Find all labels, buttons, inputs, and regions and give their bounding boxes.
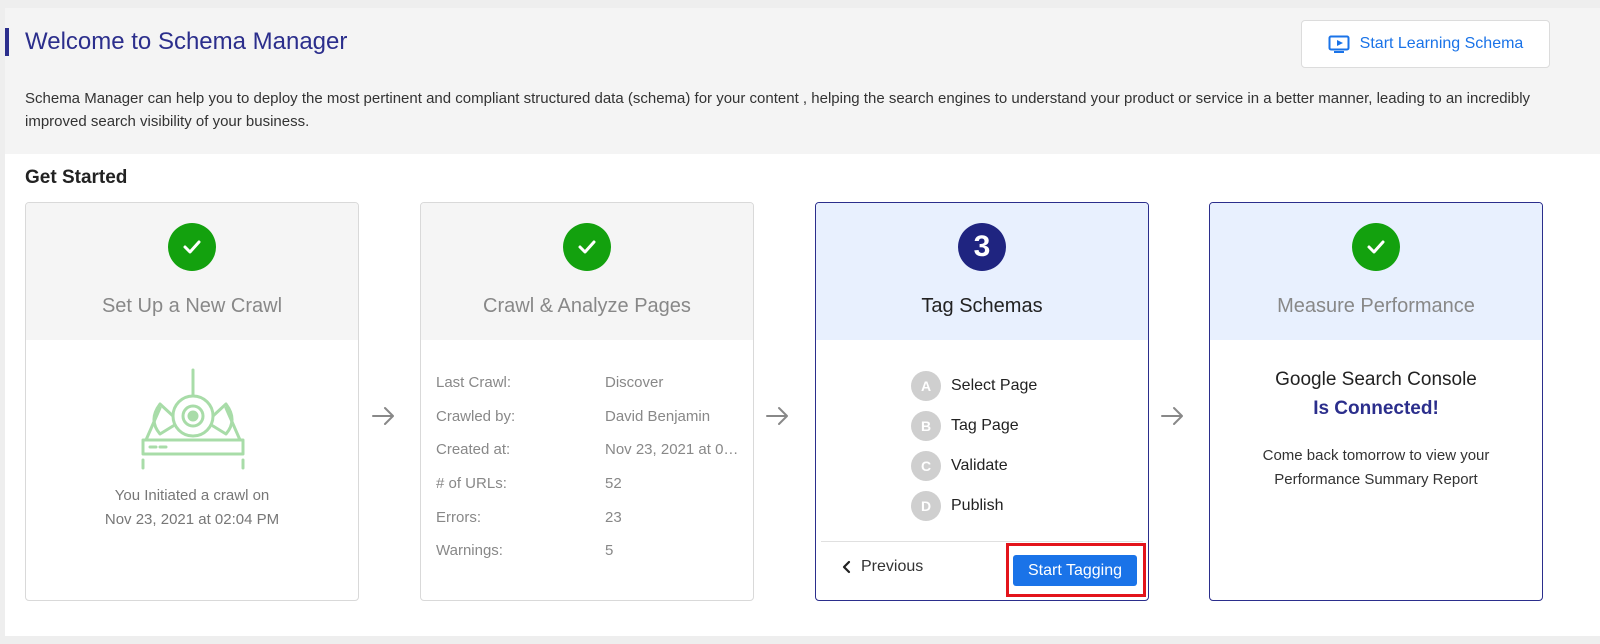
completed-badge — [168, 223, 216, 271]
checkmark-icon — [578, 240, 596, 254]
start-learning-schema-label: Start Learning Schema — [1359, 35, 1524, 52]
spider-crawler-icon — [138, 368, 248, 470]
start-tagging-button[interactable]: Start Tagging — [1013, 555, 1137, 586]
card-header: Crawl & Analyze Pages — [421, 203, 753, 340]
step-letter-badge: C — [911, 451, 941, 481]
info-label: Errors: — [436, 508, 481, 526]
crawl-note-line-1: You Initiated a crawl on — [114, 487, 270, 504]
chevron-left-icon — [842, 560, 851, 574]
previous-label: Previous — [861, 558, 924, 575]
performance-note: Come back tomorrow to view your Performa… — [1210, 444, 1542, 492]
crawl-initiated-note: You Initiated a crawl on Nov 23, 2021 at… — [26, 484, 358, 532]
step-letter-badge: A — [911, 371, 941, 401]
step-label: Select Page — [951, 377, 1038, 394]
card-title: Set Up a New Crawl — [101, 295, 283, 317]
arrow-right-icon — [1161, 407, 1183, 425]
info-value: 23 — [605, 508, 622, 526]
completed-badge — [1352, 223, 1400, 271]
card-header: Set Up a New Crawl — [26, 203, 358, 340]
card-set-up-crawl: Set Up a New Crawl You Initiated a crawl… — [25, 202, 359, 601]
crawl-info-table: Last Crawl: Discover Crawled by: David B… — [436, 366, 746, 568]
play-video-icon — [1328, 35, 1350, 53]
completed-badge — [563, 223, 611, 271]
info-label: Last Crawl: — [436, 374, 512, 392]
card-title: Tag Schemas — [921, 295, 1043, 317]
info-value: Discover — [605, 374, 664, 392]
info-row-errors: Errors: 23 — [436, 500, 746, 534]
get-started-title: Get Started — [25, 167, 128, 188]
info-label: Warnings: — [436, 542, 503, 560]
welcome-header: Welcome to Schema Manager Start Learning… — [5, 8, 1600, 154]
checkmark-icon — [183, 240, 201, 254]
info-row-url-count: # of URLs: 52 — [436, 467, 746, 501]
title-accent-bar — [5, 28, 9, 56]
step-letter-badge: D — [911, 491, 941, 521]
info-row-last-crawl: Last Crawl: Discover — [436, 366, 746, 400]
card-crawl-analyze: Crawl & Analyze Pages Last Crawl: Discov… — [420, 202, 754, 601]
performance-note-line-2: Performance Summary Report — [1274, 471, 1478, 488]
info-value: 52 — [605, 475, 622, 493]
info-row-created-at: Created at: Nov 23, 2021 at 02:04 PM — [436, 433, 746, 467]
start-learning-schema-button[interactable]: Start Learning Schema — [1301, 20, 1550, 68]
step-label: Validate — [951, 457, 1008, 474]
step-label: Publish — [951, 497, 1004, 514]
page-title: Welcome to Schema Manager — [25, 28, 348, 55]
card-header: 3 Tag Schemas — [816, 203, 1148, 340]
card-footer-divider — [821, 541, 1143, 542]
step-label: Tag Page — [951, 417, 1019, 434]
performance-note-line-1: Come back tomorrow to view your — [1262, 447, 1490, 464]
gsc-connected-status: Is Connected! — [1313, 398, 1439, 419]
card-measure-performance: Measure Performance Google Search Consol… — [1209, 202, 1543, 601]
info-label: Created at: — [436, 441, 511, 459]
gsc-title: Google Search Console — [1275, 369, 1477, 390]
step-number-badge: 3 — [958, 223, 1006, 271]
card-title: Measure Performance — [1277, 295, 1475, 317]
arrow-right-icon — [766, 407, 788, 425]
step-select-page: A Select Page — [911, 366, 1037, 406]
info-label: # of URLs: — [436, 475, 507, 493]
info-value: 5 — [605, 542, 614, 560]
card-header: Measure Performance — [1210, 203, 1542, 340]
step-publish: D Publish — [911, 486, 1037, 526]
step-validate: C Validate — [911, 446, 1037, 486]
info-value: Nov 23, 2021 at 02:04 PM — [605, 441, 746, 459]
info-value: David Benjamin — [605, 407, 711, 425]
card-title: Crawl & Analyze Pages — [483, 295, 691, 317]
tagging-steps-list: A Select Page B Tag Page C Validate D Pu… — [911, 366, 1037, 526]
arrow-right-icon — [372, 407, 394, 425]
info-row-crawled-by: Crawled by: David Benjamin — [436, 400, 746, 434]
crawl-note-date: Nov 23, 2021 at 02:04 PM — [104, 511, 280, 528]
card-tag-schemas: 3 Tag Schemas A Select Page B Tag Page C… — [815, 202, 1149, 601]
intro-text: Schema Manager can help you to deploy th… — [25, 90, 1531, 130]
previous-button[interactable]: Previous — [841, 558, 923, 576]
step-tag-page: B Tag Page — [911, 406, 1037, 446]
schema-manager-panel: Welcome to Schema Manager Start Learning… — [5, 8, 1600, 636]
step-letter-badge: B — [911, 411, 941, 441]
checkmark-icon — [1367, 240, 1385, 254]
info-label: Crawled by: — [436, 407, 516, 425]
info-row-warnings: Warnings: 5 — [436, 534, 746, 568]
